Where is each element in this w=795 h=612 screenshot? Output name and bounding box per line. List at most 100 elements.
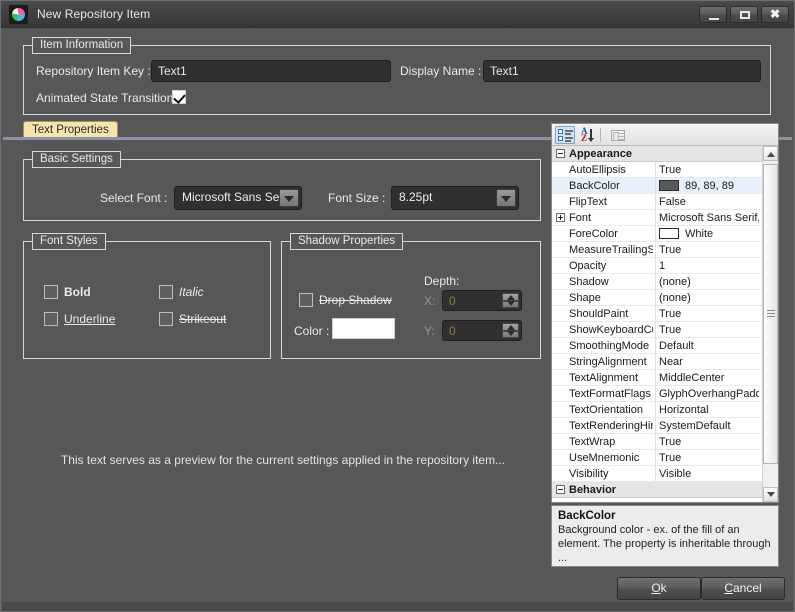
stepper-down-icon[interactable] [502,330,519,338]
maximize-button[interactable] [730,6,758,23]
property-row[interactable]: AutoEllipsis True [552,162,778,178]
property-value[interactable]: (none) [659,292,759,304]
property-value[interactable]: 1 [659,260,759,272]
column-divider [655,290,656,305]
property-category-row[interactable]: Behavior [552,482,778,498]
property-row[interactable]: Shadow (none) [552,274,778,290]
property-value[interactable]: Near [659,356,759,368]
color-swatch[interactable] [659,228,679,239]
stepper-up-icon[interactable] [502,293,519,301]
chevron-down-icon[interactable] [279,189,299,207]
property-value[interactable]: Horizontal [659,404,759,416]
property-value[interactable]: True [659,324,759,336]
property-value[interactable]: Microsoft Sans Serif, [659,212,759,224]
column-divider [655,466,656,481]
ok-button[interactable]: Ok [617,577,701,600]
basic-settings-group: Basic Settings Select Font : Microsoft S… [23,151,541,221]
scrollbar-thumb[interactable] [763,164,778,464]
property-row[interactable]: Font Microsoft Sans Serif, [552,210,778,226]
chevron-down-icon[interactable] [496,189,516,207]
property-name: Visibility [569,468,609,480]
property-row[interactable]: TextWrap True [552,434,778,450]
property-row[interactable]: Visibility Visible [552,466,778,482]
property-value[interactable]: (none) [659,276,759,288]
property-value[interactable]: True [659,452,759,464]
depth-x-label: X: [424,294,436,308]
property-row[interactable]: TextRenderingHin SystemDefault [552,418,778,434]
font-styles-group: Font Styles Bold Italic Underline Strike… [23,233,271,359]
font-size-value: 8.25pt [399,190,433,204]
drop-shadow-checkbox[interactable] [299,293,313,307]
property-value[interactable]: True [659,244,759,256]
property-value[interactable]: Default [659,340,759,352]
property-value[interactable]: MiddleCenter [659,372,759,384]
property-category-row[interactable]: Appearance [552,146,778,162]
italic-checkbox[interactable] [159,285,173,299]
property-row[interactable]: UseMnemonic True [552,450,778,466]
property-row[interactable]: Shape (none) [552,290,778,306]
property-grid[interactable]: AZ Appearance AutoEllipsis True BackColor 89… [551,123,779,503]
property-value[interactable]: SystemDefault [659,420,759,432]
strikeout-checkbox[interactable] [159,312,173,326]
toolbar-separator [600,128,601,142]
property-row[interactable]: ForeColor White [552,226,778,242]
repository-item-key-input[interactable]: Text1 [151,60,391,82]
shadow-color-swatch[interactable] [332,318,395,339]
minimize-button[interactable] [699,6,727,23]
select-font-value: Microsoft Sans Serif [182,190,290,204]
property-value[interactable]: True [659,164,759,176]
underline-checkbox[interactable] [44,312,58,326]
property-row[interactable]: TextAlignment MiddleCenter [552,370,778,386]
cancel-button[interactable]: Cancel [701,577,785,600]
select-font-combo[interactable]: Microsoft Sans Serif [174,186,302,210]
close-icon: ✖ [769,7,781,21]
depth-y-stepper[interactable]: 0 [442,320,522,341]
property-row[interactable]: SmoothingMode Default [552,338,778,354]
property-row[interactable]: BackColor 89, 89, 89 [552,178,778,194]
property-grid-scrollbar[interactable] [762,146,778,502]
categorized-view-button[interactable] [555,126,575,144]
collapse-icon[interactable] [556,485,565,494]
scroll-up-button[interactable] [763,146,778,161]
property-row[interactable]: ShouldPaint True [552,306,778,322]
property-row[interactable]: FlipText False [552,194,778,210]
column-divider [655,162,656,177]
repository-item-key-label: Repository Item Key : [36,64,151,78]
color-swatch[interactable] [659,180,679,191]
scroll-down-button[interactable] [763,487,778,502]
font-size-combo[interactable]: 8.25pt [391,186,519,210]
collapse-icon[interactable] [556,149,565,158]
property-value[interactable]: Visible [659,468,759,480]
property-name: StringAlignment [569,356,647,368]
depth-x-stepper[interactable]: 0 [442,290,522,311]
stepper-up-icon[interactable] [502,323,519,331]
property-row[interactable]: TextFormatFlags GlyphOverhangPaddi [552,386,778,402]
property-grid-rows[interactable]: Appearance AutoEllipsis True BackColor 89, 8… [552,146,778,502]
property-value[interactable]: True [659,436,759,448]
alphabetical-sort-button[interactable]: AZ [578,126,598,144]
property-row[interactable]: ShowKeyboardCu True [552,322,778,338]
window-title: New Repository Item [37,7,151,21]
chevron-up-icon [766,151,775,157]
property-row[interactable]: MeasureTrailingSp True [552,242,778,258]
stepper-down-icon[interactable] [502,300,519,308]
property-row[interactable]: Opacity 1 [552,258,778,274]
expand-icon[interactable] [556,213,565,222]
property-value[interactable]: False [659,196,759,208]
property-name: TextOrientation [569,404,643,416]
column-divider [655,386,656,401]
property-value[interactable]: True [659,308,759,320]
property-name: TextFormatFlags [569,388,651,400]
property-row[interactable]: TextOrientation Horizontal [552,402,778,418]
animated-state-transition-checkbox[interactable] [172,90,186,104]
bold-checkbox[interactable] [44,285,58,299]
property-pages-button[interactable] [607,126,627,144]
property-value[interactable]: GlyphOverhangPaddi [659,388,759,400]
property-name: FlipText [569,196,607,208]
select-font-label: Select Font : [100,191,168,205]
font-styles-legend: Font Styles [32,233,106,250]
display-name-input[interactable]: Text1 [483,60,761,82]
close-button[interactable]: ✖ [761,6,789,23]
column-divider [655,354,656,369]
property-row[interactable]: StringAlignment Near [552,354,778,370]
